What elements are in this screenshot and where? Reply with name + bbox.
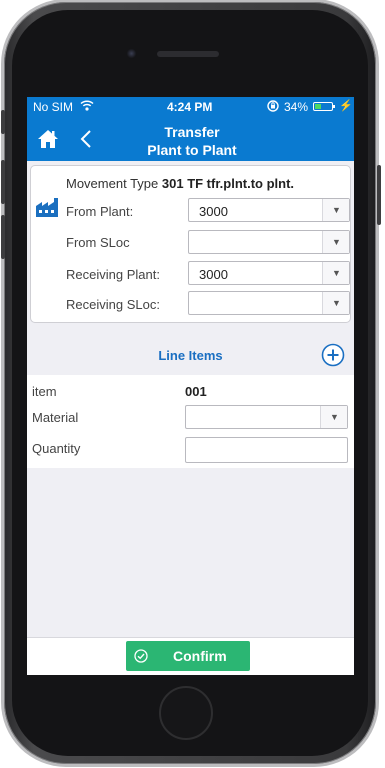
hardware-home-button[interactable]	[159, 686, 213, 740]
line-item-row: item 001 Material ▼ Quantity	[27, 375, 354, 468]
factory-icon	[35, 196, 61, 218]
from-plant-select[interactable]: 3000 ▼	[188, 198, 350, 222]
confirm-button[interactable]: Confirm	[126, 641, 250, 671]
charging-bolt-icon: ⚡	[339, 100, 353, 112]
item-label: item	[32, 384, 57, 399]
item-number: 001	[185, 384, 207, 399]
material-label: Material	[32, 410, 79, 425]
carrier-text: No SIM	[33, 100, 74, 114]
chevron-down-icon[interactable]: ▼	[322, 199, 349, 221]
material-select[interactable]: ▼	[185, 405, 348, 429]
receiving-plant-label: Receiving Plant:	[66, 267, 160, 282]
quantity-label: Quantity	[32, 441, 81, 456]
orientation-lock-icon	[266, 99, 280, 116]
receiving-sloc-label: Receiving SLoc:	[66, 297, 160, 312]
movement-type-label: Movement Type	[66, 176, 159, 191]
chevron-down-icon[interactable]: ▼	[322, 231, 349, 253]
check-circle-icon	[134, 649, 148, 663]
app-screen: No SIM 4:24 PM 34% ⚡ Transfer Plant to P…	[27, 97, 354, 675]
page-subtitle: Plant to Plant	[147, 142, 237, 158]
nav-bar: Transfer Plant to Plant	[27, 117, 354, 161]
silent-switch	[1, 110, 5, 134]
receiving-plant-select[interactable]: 3000 ▼	[188, 261, 350, 285]
home-icon[interactable]	[37, 129, 59, 149]
line-items-header: Line Items	[27, 337, 354, 375]
volume-down-button	[1, 215, 5, 259]
back-chevron-icon[interactable]	[79, 129, 93, 149]
battery-percent: 34%	[284, 100, 309, 114]
movement-type: Movement Type 301 TF tfr.plnt.to plnt.	[66, 176, 294, 191]
line-items-title: Line Items	[158, 348, 223, 363]
earpiece-speaker	[157, 51, 219, 57]
receiving-plant-value: 3000	[199, 267, 228, 282]
front-camera	[126, 48, 137, 59]
from-plant-value: 3000	[199, 204, 228, 219]
page-title: Transfer	[164, 124, 220, 140]
battery-icon	[313, 102, 335, 111]
status-bar: No SIM 4:24 PM 34% ⚡	[27, 97, 354, 117]
from-plant-label: From Plant:	[66, 204, 134, 219]
movement-type-value: 301 TF tfr.plnt.to plnt.	[161, 176, 295, 191]
chevron-down-icon[interactable]: ▼	[320, 406, 347, 428]
chevron-down-icon[interactable]: ▼	[322, 292, 349, 314]
add-circle-icon[interactable]	[321, 343, 345, 367]
volume-up-button	[1, 160, 5, 204]
power-button	[377, 165, 381, 225]
footer-bar: Confirm	[27, 637, 354, 675]
header-card: Movement Type 301 TF tfr.plnt.to plnt. F…	[30, 165, 351, 323]
from-sloc-label: From SLoc	[66, 235, 130, 250]
wifi-icon	[80, 99, 94, 114]
from-sloc-select[interactable]: ▼	[188, 230, 350, 254]
clock: 4:24 PM	[167, 100, 213, 114]
chevron-down-icon[interactable]: ▼	[322, 262, 349, 284]
quantity-input[interactable]	[185, 437, 348, 463]
receiving-sloc-select[interactable]: ▼	[188, 291, 350, 315]
confirm-label: Confirm	[173, 648, 227, 664]
